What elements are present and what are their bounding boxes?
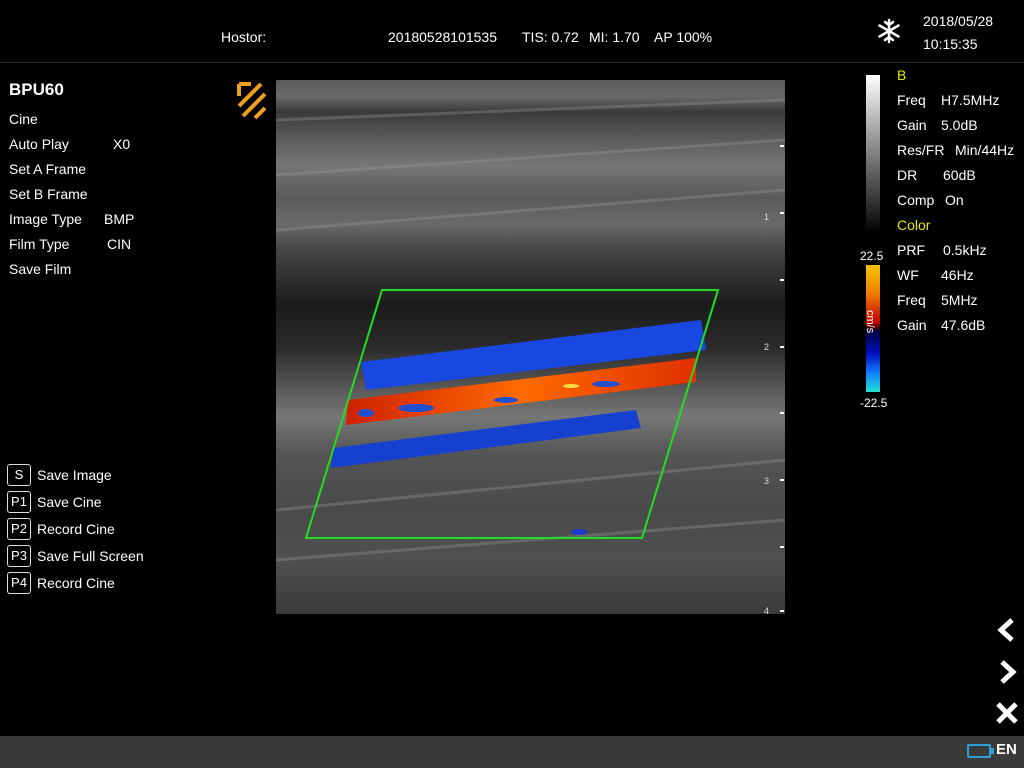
imaging-parameters: B Freq H7.5MHz Gain 5.0dB Res/FR Min/44Hz D… bbox=[897, 66, 1022, 341]
language-indicator[interactable]: EN bbox=[996, 741, 1017, 758]
key-p1: P1 bbox=[7, 490, 31, 513]
key-p2: P2 bbox=[7, 517, 31, 540]
ap-value: AP 100% bbox=[654, 29, 713, 45]
depth-label-3: 3 bbox=[764, 476, 770, 486]
hospital-label: Hostor: bbox=[221, 29, 267, 45]
mi-value: MI: 1.70 bbox=[589, 29, 640, 45]
menu-item-cine[interactable]: Cine bbox=[9, 109, 209, 134]
menu-item-film-type[interactable]: Film Type CIN bbox=[9, 234, 209, 259]
date: 2018/05/28 bbox=[923, 13, 994, 29]
status-bar bbox=[0, 736, 1024, 768]
key-s: S bbox=[7, 463, 31, 486]
color-mode-title: Color bbox=[897, 217, 931, 233]
depth-tick bbox=[780, 346, 784, 348]
b-mode-title: B bbox=[897, 67, 907, 83]
depth-tick bbox=[780, 145, 784, 147]
menu-item-save-film[interactable]: Save Film bbox=[9, 259, 209, 284]
study-id: 20180528101535 bbox=[388, 29, 498, 45]
tis-value: TIS: 0.72 bbox=[522, 29, 579, 45]
param-color-freq: Freq 5MHz bbox=[897, 292, 978, 308]
time: 10:15:35 bbox=[923, 36, 978, 52]
key-p3: P3 bbox=[7, 544, 31, 567]
menu-item-image-type[interactable]: Image Type BMP bbox=[9, 209, 209, 234]
param-dr: DR 60dB bbox=[897, 167, 976, 183]
depth-tick bbox=[780, 479, 784, 481]
param-prf: PRF 0.5kHz bbox=[897, 242, 987, 258]
menu-item-set-a-frame[interactable]: Set A Frame bbox=[9, 159, 209, 184]
datetime: 2018/05/28 10:15:35 bbox=[923, 10, 993, 56]
param-color-gain: Gain 47.6dB bbox=[897, 317, 986, 333]
param-b-gain: Gain 5.0dB bbox=[897, 117, 978, 133]
auto-play-value: X0 bbox=[113, 136, 131, 152]
depth-tick bbox=[780, 412, 784, 414]
brand-title: BPU60 bbox=[9, 80, 64, 99]
top-header: Hostor: 20180528101535 TIS: 0.72 MI: 1.7… bbox=[0, 0, 1024, 63]
depth-tick bbox=[780, 546, 784, 548]
depth-tick bbox=[780, 610, 784, 612]
battery-icon bbox=[967, 744, 994, 758]
shortcut-save-full-screen[interactable]: P3 Save Full Screen bbox=[7, 542, 144, 569]
close-icon[interactable] bbox=[994, 700, 1020, 726]
chevron-right-icon[interactable] bbox=[994, 659, 1020, 685]
shortcut-save-cine[interactable]: P1 Save Cine bbox=[7, 488, 144, 515]
param-b-freq: Freq H7.5MHz bbox=[897, 92, 1000, 108]
depth-label-2: 2 bbox=[764, 342, 770, 352]
cine-menu: Cine Auto Play X0 Set A Frame Set B Frame… bbox=[9, 109, 209, 284]
param-wf: WF 46Hz bbox=[897, 267, 974, 283]
param-res-fr: Res/FR Min/44Hz bbox=[897, 142, 1015, 158]
shortcut-list: S Save Image P1 Save Cine P2 Record Cine P3… bbox=[7, 461, 144, 596]
chevron-left-icon[interactable] bbox=[994, 617, 1020, 643]
color-scale-unit: cm/s bbox=[864, 310, 876, 334]
snowflake-icon[interactable] bbox=[876, 18, 902, 44]
ultrasound-image[interactable] bbox=[276, 80, 785, 614]
shortcut-record-cine-2[interactable]: P4 Record Cine bbox=[7, 569, 144, 596]
color-scale-min: -22.5 bbox=[860, 396, 888, 410]
depth-tick bbox=[780, 212, 784, 214]
depth-tick bbox=[780, 279, 784, 281]
shortcut-save-image[interactable]: S Save Image bbox=[7, 461, 144, 488]
key-p4: P4 bbox=[7, 571, 31, 594]
grayscale-bar bbox=[866, 75, 880, 233]
film-type-value: CIN bbox=[107, 236, 132, 252]
depth-label-4: 4 bbox=[764, 606, 770, 616]
doppler-overlay bbox=[276, 98, 785, 562]
menu-item-auto-play[interactable]: Auto Play X0 bbox=[9, 134, 209, 159]
probe-orientation-icon bbox=[237, 82, 267, 120]
depth-label-1: 1 bbox=[764, 212, 770, 222]
param-comp: Comp On bbox=[897, 192, 964, 208]
image-type-value: BMP bbox=[104, 211, 135, 227]
shortcut-record-cine[interactable]: P2 Record Cine bbox=[7, 515, 144, 542]
menu-item-set-b-frame[interactable]: Set B Frame bbox=[9, 184, 209, 209]
color-scale-max: 22.5 bbox=[860, 249, 884, 263]
